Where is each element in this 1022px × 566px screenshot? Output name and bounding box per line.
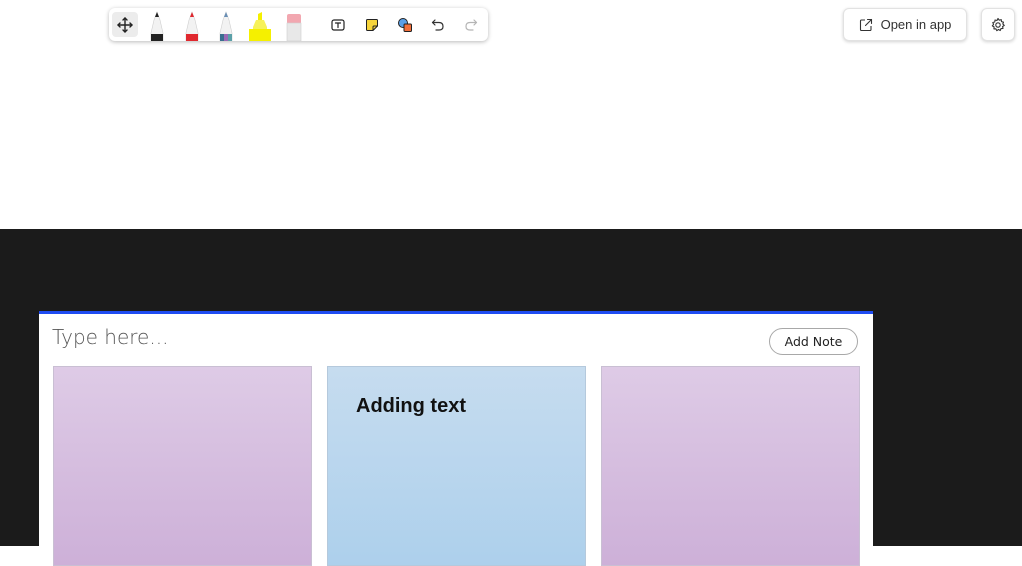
undo-button[interactable] — [421, 8, 454, 41]
shapes-icon — [397, 17, 412, 32]
black-pen-tool[interactable] — [140, 8, 174, 41]
shapes-tool[interactable] — [388, 8, 421, 41]
text-box-icon — [331, 18, 345, 31]
sticky-note[interactable] — [601, 366, 860, 566]
pen-icon — [219, 11, 233, 41]
highlighter-tool[interactable] — [243, 8, 277, 41]
sticky-note[interactable] — [53, 366, 312, 566]
pen-icon — [151, 11, 164, 41]
eraser-tool[interactable] — [277, 8, 311, 41]
settings-button[interactable] — [981, 8, 1015, 41]
redo-button[interactable] — [455, 8, 488, 41]
note-text-input[interactable] — [52, 324, 552, 350]
embedded-app-area: Add Note Adding text — [0, 229, 1022, 566]
sticky-note-icon — [365, 18, 378, 31]
inking-toolbar — [109, 8, 488, 41]
sticky-note-text: Adding text — [356, 395, 466, 417]
open-in-app-label: Open in app — [880, 17, 952, 32]
sticky-notes-panel: Add Note Adding text — [39, 311, 873, 566]
undo-icon — [431, 18, 444, 31]
text-tool[interactable] — [322, 8, 355, 41]
move-tool[interactable] — [109, 8, 140, 41]
open-external-icon — [859, 18, 872, 31]
highlighter-icon — [249, 12, 272, 41]
redo-icon — [465, 18, 478, 31]
move-icon — [116, 16, 133, 33]
open-in-app-button[interactable]: Open in app — [843, 8, 967, 41]
gear-icon — [991, 17, 1005, 31]
galaxy-pen-tool[interactable] — [209, 8, 243, 41]
whiteboard-canvas[interactable]: Open in app — [0, 0, 1022, 229]
sticky-note-tool[interactable] — [355, 8, 388, 41]
eraser-icon — [287, 14, 302, 41]
pen-icon — [185, 11, 199, 41]
sticky-note[interactable]: Adding text — [327, 366, 586, 566]
red-pen-tool[interactable] — [175, 8, 209, 41]
add-note-button[interactable]: Add Note — [769, 328, 858, 355]
